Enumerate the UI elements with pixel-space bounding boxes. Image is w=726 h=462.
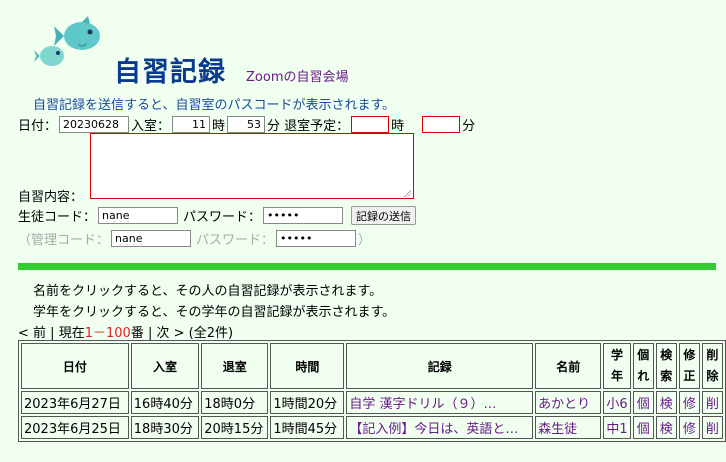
col-name: 名前 [535,343,602,389]
page-title: 自習記録 [114,57,226,88]
study-content-textarea[interactable] [90,133,414,199]
col-record: 記録 [346,343,534,389]
cell-date: 2023年6月27日 [21,391,129,414]
enter-minute-unit: 分 [267,119,281,134]
pager-sep: | [147,326,153,341]
date-label: 日付： [18,119,58,134]
col-delete: 削除 [701,343,723,389]
search-link[interactable]: 検 [655,391,677,414]
exit-minute-field[interactable] [422,116,461,133]
individual-link[interactable]: 個 [632,391,654,414]
password-label: パスワード： [183,210,262,225]
edit-link[interactable]: 修 [678,416,700,439]
exit-hour-field[interactable] [351,116,390,133]
table-row: 2023年6月25日 18時30分 20時15分 1時間45分 【記入例】今日は… [21,416,723,439]
cell-exit: 18時0分 [201,391,269,414]
exit-hour-unit: 時 [391,119,405,134]
pager-total: (全2件) [188,326,234,341]
cell-exit: 20時15分 [201,416,269,439]
col-duration: 時間 [270,343,345,389]
col-search: 検索 [655,343,677,389]
exit-minute-unit: 分 [462,119,476,134]
pager-range: 1－100 [84,326,131,341]
cell-name-link[interactable]: 森生徒 [535,416,602,439]
fish-logo-icon [34,16,100,66]
col-edit: 修正 [678,343,700,389]
pager-sep: | [50,326,55,341]
admin-password-label: パスワード： [196,233,275,248]
pager: < 前 | 現在1－100番 | 次 > (全2件) [18,322,233,341]
search-link[interactable]: 検 [655,416,677,439]
table-row: 2023年6月27日 16時40分 18時0分 1時間20分 自学 漢字ドリル（… [21,391,723,414]
pager-current-prefix: 現在 [58,326,85,341]
content-label: 自習内容： [18,190,84,205]
resize-handle-icon[interactable] [404,190,411,197]
edit-link[interactable]: 修 [678,391,700,414]
admin-row: （管理コード： パスワード： ） [18,229,371,248]
admin-code-field[interactable] [111,230,192,247]
admin-open: （管理コード： [18,233,110,248]
notice-text: 自習記録を送信すると、自習室のパスコードが表示されます。 [33,98,396,113]
prev-page-link[interactable]: < 前 [18,326,46,341]
cell-grade-link[interactable]: 小6 [603,391,631,414]
enter-minute-field[interactable] [227,116,266,133]
divider-bar [18,263,716,270]
cell-date: 2023年6月25日 [21,416,129,439]
exit-label: 退室予定： [284,119,350,134]
delete-link[interactable]: 削 [701,391,723,414]
delete-link[interactable]: 削 [701,416,723,439]
submit-record-button[interactable]: 記録の送信 [351,206,417,225]
col-individual: 個れ [632,343,654,389]
cell-record-link[interactable]: 自学 漢字ドリル（９）… [346,391,534,414]
cell-duration: 1時間45分 [270,416,345,439]
cell-grade-link[interactable]: 中1 [603,416,631,439]
enter-label: 入室： [131,119,171,134]
col-exit: 退室 [201,343,269,389]
admin-close: ） [358,233,372,248]
col-date: 日付 [21,343,129,389]
page-subtitle: Zoomの自習会場 [246,70,349,85]
date-field[interactable] [59,116,130,133]
next-page-link[interactable]: 次 > [157,326,185,341]
info-name-click: 名前をクリックすると、その人の自習記録が表示されます。 [33,284,383,299]
info-grade-click: 学年をクリックすると、その学年の自習記録が表示されます。 [33,305,396,320]
pager-current-suffix: 番 [130,326,144,341]
admin-password-field[interactable] [276,230,357,247]
records-table: 日付 入室 退室 時間 記録 名前 学年 個れ 検索 修正 削除 2023年6月… [18,340,726,442]
table-header-row: 日付 入室 退室 時間 記録 名前 学年 個れ 検索 修正 削除 [21,343,723,389]
col-grade: 学年 [603,343,631,389]
student-code-label: 生徒コード： [18,210,97,225]
cell-enter: 16時40分 [130,391,200,414]
individual-link[interactable]: 個 [632,416,654,439]
password-field[interactable] [263,207,344,224]
col-enter: 入室 [130,343,200,389]
enter-hour-unit: 時 [212,119,226,134]
cell-enter: 18時30分 [130,416,200,439]
cell-record-link[interactable]: 【記入例】今日は、英語と… [346,416,534,439]
time-row: 日付： 入室： 時 分 退室予定： 時 分 [18,115,475,134]
student-code-field[interactable] [98,207,179,224]
cell-duration: 1時間20分 [270,391,345,414]
cell-name-link[interactable]: あかとり [535,391,602,414]
student-row: 生徒コード： パスワード： 記録の送信 [18,206,417,225]
enter-hour-field[interactable] [172,116,211,133]
